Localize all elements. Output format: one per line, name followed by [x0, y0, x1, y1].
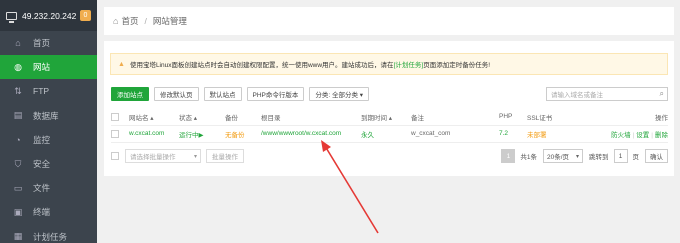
globe-icon: ◍ — [14, 61, 22, 72]
sidebar: 49.232.20.242 0 ⌂ 首页 ◍ 网站 ⇅ FTP ▤ 数据库 ◔ 监控 ⛉ 安… — [0, 0, 97, 243]
default-site-button[interactable]: 默认站点 — [203, 87, 242, 101]
pagination: 1 共1条 20条/页 跳转到 1 页 确认 — [501, 149, 668, 163]
col-expire[interactable]: 到期时间 ▴ — [361, 109, 411, 126]
sidebar-item-label: 监控 — [33, 134, 51, 145]
folder-icon: ▭ — [13, 182, 23, 193]
cron-link[interactable]: [计划任务] — [394, 59, 424, 69]
backup-link[interactable]: 无备份 — [225, 125, 261, 143]
remark-field[interactable]: w_cxcat_com — [411, 125, 499, 143]
terminal-icon: ▣ — [13, 206, 23, 217]
server-header[interactable]: 49.232.20.242 0 — [0, 0, 97, 31]
sidebar-item-files[interactable]: ▭ 文件 — [0, 176, 97, 200]
breadcrumb: ⌂ 首页 / 网站管理 — [104, 7, 674, 35]
sidebar-item-cron[interactable]: ▦ 计划任务 — [0, 225, 97, 243]
monitor-icon — [6, 11, 17, 23]
page-unit: 页 — [632, 154, 640, 161]
col-root: 根目录 — [261, 109, 361, 126]
notice-banner: ▲ 使用宝塔Linux面板创建站点时会自动创建权限配置，统一使用www用户。建站… — [110, 53, 668, 75]
per-page-select[interactable]: 20条/页 — [543, 149, 583, 163]
server-ip: 49.232.20.242 — [22, 10, 77, 21]
sidebar-item-website[interactable]: ◍ 网站 — [0, 55, 97, 80]
site-table: 网站名 ▴ 状态 ▴ 备份 根目录 到期时间 ▴ 备注 PHP SSL证书 操作… — [111, 109, 668, 143]
col-ssl: SSL证书 — [527, 109, 607, 126]
sidebar-item-security[interactable]: ⛉ 安全 — [0, 152, 97, 176]
settings-link[interactable]: 设置 — [636, 132, 649, 139]
sidebar-item-terminal[interactable]: ▣ 终端 — [0, 200, 97, 224]
page-current[interactable]: 1 — [501, 149, 516, 163]
notification-badge[interactable]: 0 — [80, 10, 91, 21]
sidebar-item-label: 计划任务 — [33, 231, 68, 242]
add-site-button[interactable]: 添加站点 — [111, 87, 149, 101]
toolbar: 添加站点 修改默认页 默认站点 PHP命令行版本 分类: 全部分类 ▾ 请输入域… — [111, 87, 668, 101]
database-icon: ▤ — [13, 110, 23, 121]
home-icon[interactable]: ⌂ — [113, 16, 118, 26]
batch-action-select[interactable]: 请选择批量操作 — [125, 149, 201, 163]
col-site-name[interactable]: 网站名 ▴ — [129, 109, 179, 126]
row-checkbox[interactable] — [111, 129, 119, 138]
sidebar-item-database[interactable]: ▤ 数据库 — [0, 104, 97, 128]
breadcrumb-current: 网站管理 — [152, 16, 187, 26]
select-all-checkbox[interactable] — [111, 112, 119, 121]
row-actions: 防火墙 | 设置 | 删除 — [607, 125, 668, 143]
warning-icon: ▲ — [118, 60, 125, 68]
php-cli-button[interactable]: PHP命令行版本 — [246, 87, 305, 101]
col-status[interactable]: 状态 ▴ — [179, 109, 225, 126]
sidebar-item-label: 安全 — [33, 159, 51, 170]
breadcrumb-home[interactable]: 首页 — [121, 15, 138, 27]
delete-link[interactable]: 删除 — [655, 132, 668, 139]
ssl-status[interactable]: 未部署 — [527, 125, 607, 143]
php-version[interactable]: 7.2 — [499, 125, 527, 143]
sidebar-item-label: FTP — [33, 86, 50, 97]
col-php: PHP — [499, 109, 527, 126]
category-select[interactable]: 分类: 全部分类 ▾ — [309, 87, 370, 101]
status-toggle[interactable]: 运行中▶ — [179, 125, 225, 143]
sidebar-item-label: 首页 — [33, 38, 51, 49]
sidebar-item-label: 终端 — [33, 207, 51, 218]
ftp-icon: ⇅ — [14, 85, 22, 96]
main-content: ⌂ 首页 / 网站管理 ▲ 使用宝塔Linux面板创建站点时会自动创建权限配置，… — [97, 0, 680, 243]
footer-select-all-checkbox[interactable] — [111, 152, 119, 160]
search-placeholder: 请输入域名或备注 — [551, 92, 603, 99]
sidebar-item-label: 数据库 — [33, 110, 59, 121]
calendar-icon: ▦ — [13, 231, 23, 242]
sidebar-item-monitor[interactable]: ◔ 监控 — [0, 128, 97, 152]
sidebar-item-label: 文件 — [33, 183, 51, 194]
search-input[interactable]: 请输入域名或备注 ⌕ — [546, 87, 668, 101]
notice-text-end: 页面添加定时备份任务! — [423, 62, 490, 69]
table-footer: 请选择批量操作 批量操作 1 共1条 20条/页 跳转到 1 页 确认 — [111, 149, 668, 163]
monitor-icon: ◔ — [15, 134, 21, 145]
notice-text: 使用宝塔Linux面板创建站点时会自动创建权限配置，统一使用www用户。建站成功… — [129, 62, 394, 69]
col-actions: 操作 — [607, 109, 668, 126]
table-row: w.cxcat.com 运行中▶ 无备份 /www/wwwroot/w.cxca… — [111, 125, 668, 143]
col-remark: 备注 — [411, 109, 499, 126]
confirm-button[interactable]: 确认 — [645, 149, 668, 163]
sidebar-item-label: 网站 — [33, 62, 51, 73]
site-panel: ▲ 使用宝塔Linux面板创建站点时会自动创建权限配置，统一使用www用户。建站… — [104, 41, 674, 176]
jump-page-input[interactable]: 1 — [613, 149, 628, 163]
default-page-button[interactable]: 修改默认页 — [154, 87, 199, 101]
col-backup: 备份 — [225, 109, 261, 126]
table-header-row: 网站名 ▴ 状态 ▴ 备份 根目录 到期时间 ▴ 备注 PHP SSL证书 操作 — [111, 109, 668, 126]
sidebar-item-ftp[interactable]: ⇅ FTP — [0, 79, 97, 103]
shield-icon: ⛉ — [14, 158, 22, 169]
home-icon: ⌂ — [15, 38, 21, 49]
breadcrumb-separator: / — [144, 16, 147, 26]
firewall-link[interactable]: 防火墙 — [611, 132, 631, 139]
root-dir-link[interactable]: /www/wwwroot/w.cxcat.com — [261, 125, 361, 143]
expire-date[interactable]: 永久 — [361, 125, 411, 143]
search-icon[interactable]: ⌕ — [660, 89, 664, 99]
jump-label: 跳转到 — [589, 154, 609, 161]
sidebar-item-home[interactable]: ⌂ 首页 — [0, 31, 97, 55]
site-name-link[interactable]: w.cxcat.com — [129, 125, 179, 143]
batch-action-button[interactable]: 批量操作 — [206, 149, 244, 163]
total-count: 共1条 — [520, 154, 537, 161]
